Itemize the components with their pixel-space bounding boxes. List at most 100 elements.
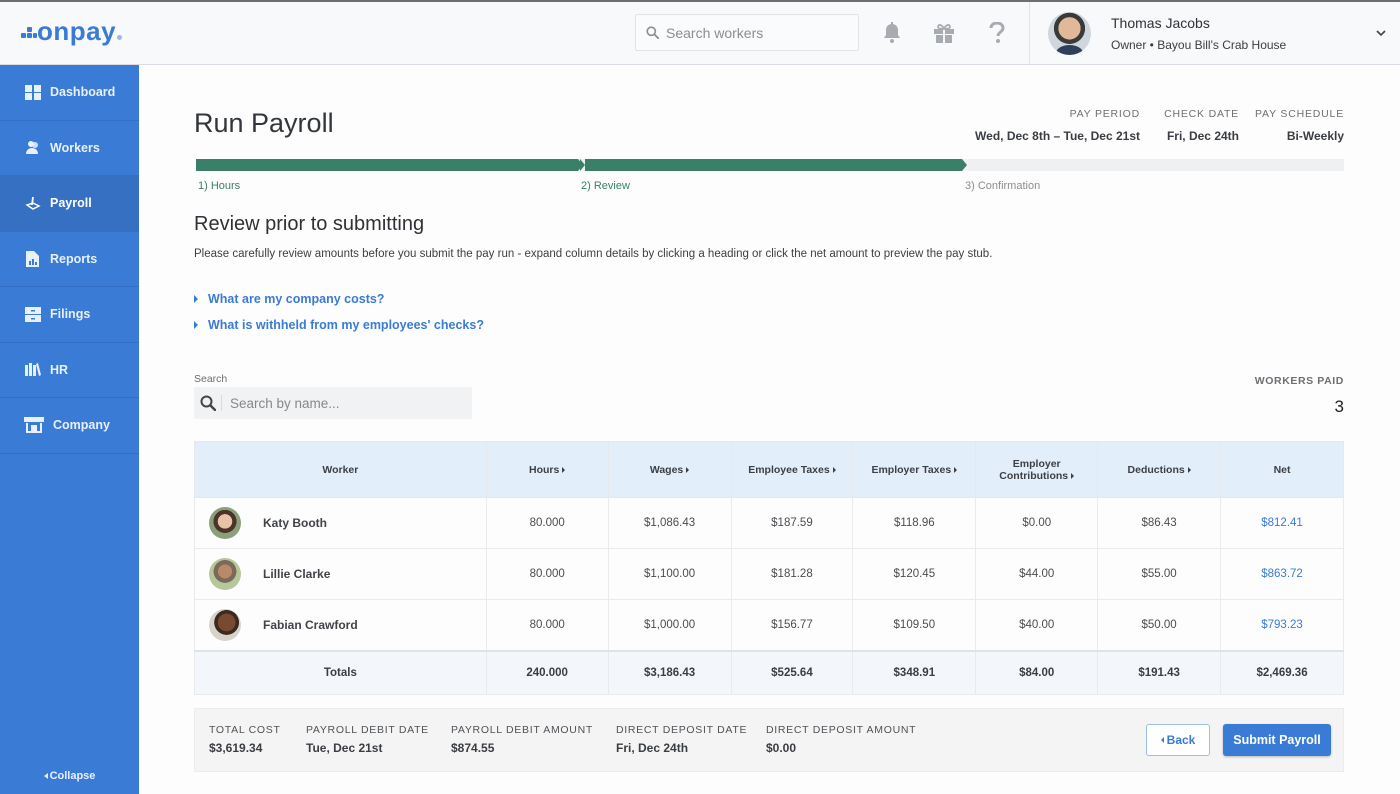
- totals-row: Totals 240.000 $3,186.43 $525.64 $348.91…: [194, 649, 1344, 695]
- wages-cell: $1,000.00: [607, 599, 732, 651]
- section-description: Please carefully review amounts before y…: [194, 248, 993, 260]
- expander-label: What are my company costs?: [208, 292, 385, 306]
- caret-right-icon: [1071, 472, 1075, 479]
- payroll-debit-amount-value: $874.55: [451, 741, 495, 755]
- employee-taxes-cell: $156.77: [730, 599, 854, 651]
- logo-text: onpay: [37, 16, 117, 46]
- employee-taxes-cell: $187.59: [730, 497, 854, 549]
- search-workers-input[interactable]: [666, 24, 846, 41]
- logo-dot: [117, 35, 123, 40]
- col-employee-taxes[interactable]: Employee Taxes: [730, 441, 854, 498]
- sidebar-item-label: Company: [53, 418, 110, 433]
- caret-right-icon: [194, 295, 198, 303]
- col-employer-taxes[interactable]: Employer Taxes: [852, 441, 977, 498]
- payroll-debit-date-label: PAYROLL DEBIT DATE: [306, 724, 429, 736]
- net-cell: $793.23: [1220, 599, 1344, 651]
- employer-contributions-cell: $44.00: [975, 548, 1099, 600]
- pay-schedule-label: PAY SCHEDULE: [1255, 108, 1344, 120]
- direct-deposit-amount-label: DIRECT DEPOSIT AMOUNT: [766, 724, 917, 736]
- col-wages-label: Wages: [649, 463, 684, 476]
- worker-name: Lillie Clarke: [263, 567, 331, 581]
- search-label: Search: [194, 373, 228, 385]
- collapse-button[interactable]: Collapse: [0, 770, 139, 782]
- sidebar-item-reports[interactable]: Reports: [0, 232, 139, 287]
- col-employer-contributions-label-2: Contributions: [999, 469, 1069, 482]
- sidebar-item-label: Reports: [50, 251, 98, 266]
- search-workers-field[interactable]: [635, 14, 859, 51]
- totals-label: Totals: [194, 649, 487, 695]
- hours-cell: 80.000: [485, 497, 609, 549]
- pay-schedule: PAY SCHEDULE Bi-Weekly: [1255, 108, 1344, 143]
- step-review: 2) Review: [581, 180, 630, 192]
- net-amount-link[interactable]: $863.72: [1261, 568, 1303, 580]
- progress-step-2-notch: [580, 159, 585, 171]
- employer-taxes-cell: $118.96: [852, 497, 977, 549]
- deductions-cell: $86.43: [1097, 497, 1222, 549]
- col-wages[interactable]: Wages: [607, 441, 732, 498]
- back-button[interactable]: Back: [1146, 724, 1210, 756]
- back-label: Back: [1166, 733, 1196, 747]
- submit-payroll-button[interactable]: Submit Payroll: [1223, 724, 1331, 756]
- bell-icon[interactable]: [880, 21, 904, 45]
- gift-icon[interactable]: [932, 21, 956, 45]
- search-by-name-input[interactable]: [230, 395, 460, 411]
- user-avatar[interactable]: [1048, 12, 1091, 55]
- sidebar-item-filings[interactable]: Filings: [0, 287, 139, 343]
- total-wages: $3,186.43: [607, 649, 732, 695]
- filings-icon: [24, 306, 41, 323]
- withheld-expander[interactable]: What is withheld from my employees' chec…: [194, 318, 484, 332]
- pay-period-label: PAY PERIOD: [1069, 108, 1140, 120]
- table-row: Lillie Clarke 80.000 $1,100.00 $181.28 $…: [194, 548, 1344, 600]
- direct-deposit-amount: DIRECT DEPOSIT AMOUNT $0.00: [766, 724, 916, 755]
- progress-step-2-bar: [585, 159, 962, 171]
- sidebar-item-label: Filings: [50, 307, 91, 322]
- table-row: Fabian Crawford 80.000 $1,000.00 $156.77…: [194, 599, 1344, 651]
- user-role: Owner • Bayou Bill's Crab House: [1111, 38, 1287, 52]
- onpay-logo[interactable]: onpay: [21, 16, 123, 46]
- workers-icon: [24, 139, 41, 156]
- search-icon: [646, 26, 659, 39]
- direct-deposit-amount-value: $0.00: [766, 741, 797, 755]
- sidebar-item-dashboard[interactable]: Dashboard: [0, 65, 139, 121]
- progress-step-2-chevron: [962, 159, 967, 171]
- col-employer-contributions[interactable]: Employer Contributions: [975, 441, 1099, 498]
- deductions-cell: $50.00: [1097, 599, 1222, 651]
- sidebar-item-label: Dashboard: [50, 85, 116, 100]
- check-date-value: Fri, Dec 24th: [1166, 129, 1239, 143]
- col-hours[interactable]: Hours: [485, 441, 609, 498]
- caret-right-icon: [954, 466, 958, 473]
- worker-name: Katy Booth: [263, 516, 327, 530]
- net-amount-link[interactable]: $793.23: [1261, 619, 1303, 631]
- net-amount-link[interactable]: $812.41: [1261, 517, 1303, 529]
- direct-deposit-date-label: DIRECT DEPOSIT DATE: [616, 724, 748, 736]
- col-hours-label: Hours: [529, 463, 560, 476]
- total-cost: TOTAL COST $3,619.34: [209, 724, 281, 755]
- search-by-name-field[interactable]: [194, 387, 472, 419]
- payroll-debit-amount-label: PAYROLL DEBIT AMOUNT: [451, 724, 593, 736]
- caret-right-icon: [1187, 466, 1191, 473]
- employer-taxes-cell: $120.45: [852, 548, 977, 600]
- company-costs-expander[interactable]: What are my company costs?: [194, 292, 384, 306]
- employer-taxes-cell: $109.50: [852, 599, 977, 651]
- user-name[interactable]: Thomas Jacobs: [1111, 15, 1210, 31]
- worker-avatar: [209, 507, 241, 539]
- progress-step-1-bar: [196, 159, 578, 171]
- help-icon[interactable]: [985, 21, 1009, 45]
- deductions-cell: $55.00: [1097, 548, 1222, 600]
- sidebar-item-hr[interactable]: HR: [0, 343, 139, 398]
- chevron-down-icon[interactable]: [1374, 26, 1388, 40]
- workers-paid-count: 3: [1334, 397, 1344, 416]
- employer-contributions-cell: $40.00: [975, 599, 1099, 651]
- total-hours: 240.000: [485, 649, 609, 695]
- sidebar-item-company[interactable]: Company: [0, 398, 139, 454]
- col-deductions[interactable]: Deductions: [1097, 441, 1222, 498]
- logo-mark-icon: [21, 27, 37, 39]
- worker-avatar: [209, 608, 241, 641]
- col-deductions-label: Deductions: [1127, 463, 1185, 476]
- sidebar-item-workers[interactable]: Workers: [0, 121, 139, 176]
- total-employee-taxes: $525.64: [730, 649, 854, 695]
- sidebar-item-payroll[interactable]: Payroll: [0, 176, 139, 232]
- net-cell: $812.41: [1220, 497, 1344, 549]
- col-worker-label: Worker: [322, 463, 359, 476]
- pay-schedule-value: Bi-Weekly: [1286, 129, 1344, 143]
